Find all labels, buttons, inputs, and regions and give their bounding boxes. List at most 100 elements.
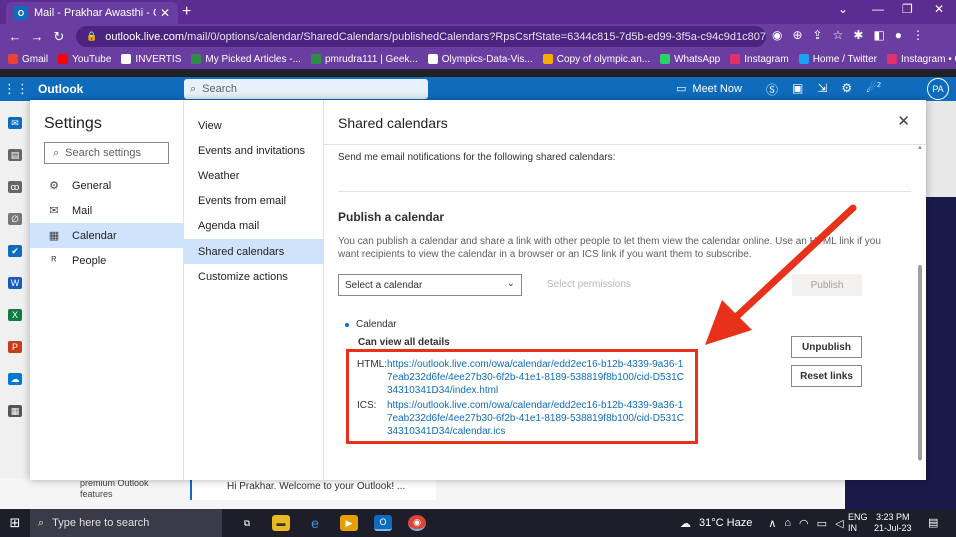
new-tab-icon[interactable]: + [182, 3, 191, 21]
outlook-taskbar-icon[interactable]: O [374, 515, 392, 531]
lock-icon: 🔒 [86, 31, 98, 41]
tab-search-chevron-icon[interactable]: ⌄ [838, 2, 848, 16]
outlook-search-input[interactable]: ⌕ Search [184, 79, 428, 99]
calendar-name: Calendar [356, 319, 397, 330]
html-link[interactable]: https://outlook.live.com/owa/calendar/ed… [387, 358, 687, 397]
back-icon[interactable]: ← [4, 29, 26, 44]
app-launcher-icon[interactable]: ⋮⋮ [0, 81, 32, 97]
volume-icon[interactable]: ◁ [835, 517, 843, 530]
media-player-icon[interactable]: ▶ [340, 515, 358, 531]
battery-icon[interactable]: ▭ [817, 517, 827, 530]
address-bar[interactable]: 🔒 outlook.live.com/mail/0/options/calend… [76, 26, 766, 47]
wifi-icon[interactable]: ◠ [799, 517, 809, 530]
bookmark-item[interactable]: Gmail [8, 54, 48, 65]
bookmark-item[interactable]: Instagram • Chats [886, 54, 956, 65]
outlook-app-name[interactable]: Outlook [38, 82, 83, 96]
taskbar-search-input[interactable]: ⌕ Type here to search [30, 509, 222, 537]
subnav-item-weather[interactable]: Weather [184, 163, 323, 188]
publish-button[interactable]: Publish [792, 274, 862, 296]
select-calendar-dropdown[interactable]: Select a calendar ⌄ [338, 274, 522, 296]
weather-text[interactable]: 31°C Haze [699, 517, 752, 529]
scroll-thumb[interactable] [918, 265, 922, 460]
browser-menu-icon[interactable]: ⋮ [912, 28, 924, 42]
excel-app-icon[interactable]: X [8, 309, 22, 321]
tips-icon[interactable]: ☄2 [866, 81, 881, 98]
word-app-icon[interactable]: W [8, 277, 22, 289]
outlook-favicon-icon: O [14, 6, 28, 20]
published-links-box: HTML: https://outlook.live.com/owa/calen… [346, 349, 698, 444]
background-ad-bottom [845, 478, 956, 509]
more-apps-icon[interactable]: ▦ [8, 405, 22, 417]
edge-icon[interactable]: e [306, 515, 324, 531]
calendar-app-icon[interactable]: ▤ [8, 149, 22, 161]
reset-links-button[interactable]: Reset links [791, 365, 862, 387]
minimize-icon[interactable]: — [872, 2, 884, 16]
bookmark-item[interactable]: pmrudra111 | Geek... [310, 54, 418, 65]
taskbar-clock[interactable]: 3:23 PM 21-Jul-23 [874, 512, 912, 534]
chrome-taskbar-icon[interactable]: ◉ [408, 515, 426, 531]
close-settings-icon[interactable]: ✕ [897, 112, 910, 130]
file-explorer-icon[interactable]: ▬ [272, 515, 290, 531]
language-indicator[interactable]: ENG IN [848, 512, 868, 534]
bookmark-item[interactable]: Instagram [730, 54, 789, 65]
whats-new-icon[interactable]: ⇲ [817, 81, 827, 98]
subnav-item-agenda-mail[interactable]: Agenda mail [184, 214, 323, 239]
outlook-header: ⋮⋮ Outlook ⌕ Search ▭ Meet Now Ⓢ ▣ ⇲ ⚙ ☄… [0, 77, 956, 101]
install-icon[interactable]: ⊕ [792, 28, 802, 42]
powerpoint-app-icon[interactable]: P [8, 341, 22, 353]
tray-chevron-icon[interactable]: ∧ [768, 517, 776, 530]
settings-category-calendar[interactable]: ▦ Calendar [30, 223, 184, 248]
bookmark-item[interactable]: Copy of olympic.an... [542, 54, 650, 65]
settings-category-mail[interactable]: ✉ Mail [30, 198, 184, 223]
bookmark-label: YouTube [72, 53, 112, 65]
skype-icon[interactable]: Ⓢ [766, 81, 778, 98]
subnav-item-customize-actions[interactable]: Customize actions [184, 264, 323, 289]
settings-scrollbar[interactable]: ▲ ▼ [916, 145, 924, 465]
ics-link[interactable]: https://outlook.live.com/owa/calendar/ed… [387, 399, 687, 438]
share-icon[interactable]: ⇪ [813, 28, 823, 42]
window-close-icon[interactable]: ✕ [934, 2, 944, 16]
bookmark-item[interactable]: Home / Twitter [798, 54, 877, 65]
notifications-icon[interactable]: ▤ [928, 516, 938, 529]
subnav-item-events-from-email[interactable]: Events from email [184, 189, 323, 214]
bookmark-item[interactable]: INVERTIS [121, 54, 181, 65]
unpublish-button[interactable]: Unpublish [791, 336, 862, 358]
mail-app-icon[interactable]: ✉ [8, 117, 22, 129]
account-avatar[interactable]: PA [927, 78, 949, 100]
welcome-mail-item[interactable]: Hi Prakhar. Welcome to your Outlook! ... [190, 478, 436, 500]
settings-gear-icon[interactable]: ⚙ [841, 81, 852, 98]
todo-app-icon[interactable]: ✔ [8, 245, 22, 257]
meet-now-button[interactable]: ▭ Meet Now [676, 82, 742, 96]
subnav-item-shared-calendars[interactable]: Shared calendars [184, 239, 323, 264]
teams-icon[interactable]: ▣ [792, 81, 803, 98]
settings-category-general[interactable]: ⚙ General [30, 173, 184, 198]
attach-app-icon[interactable]: ∅ [8, 213, 22, 225]
subnav-item-view[interactable]: View [184, 113, 323, 138]
select-calendar-label: Select a calendar [345, 279, 423, 291]
scroll-down-icon[interactable]: ▼ [917, 457, 923, 463]
scroll-up-icon[interactable]: ▲ [917, 145, 923, 151]
people-app-icon[interactable]: ꝏ [8, 181, 22, 193]
subnav-item-events-and-invitations[interactable]: Events and invitations [184, 138, 323, 163]
tab-close-icon[interactable]: ✕ [160, 6, 170, 20]
forward-icon[interactable]: → [26, 29, 48, 44]
bookmark-item[interactable]: YouTube [58, 54, 111, 65]
sidepanel-icon[interactable]: ◧ [873, 28, 884, 42]
reload-icon[interactable]: ↻ [48, 29, 70, 45]
profile-icon[interactable]: ● [895, 28, 902, 42]
network-icon[interactable]: ⌂ [784, 517, 791, 529]
select-permissions-dropdown[interactable]: Select permissions [547, 279, 631, 290]
settings-category-people[interactable]: ᴿ People [30, 248, 184, 273]
browser-tab[interactable]: O Mail - Prakhar Awasthi - Outlook ✕ [6, 2, 178, 24]
settings-search-input[interactable]: ⌕ Search settings [44, 142, 169, 164]
extensions-icon[interactable]: ✱ [853, 28, 863, 42]
bookmark-item[interactable]: Olympics-Data-Vis... [427, 54, 533, 65]
bookmark-star-icon[interactable]: ☆ [833, 28, 844, 42]
bookmark-item[interactable]: My Picked Articles -... [191, 54, 301, 65]
onedrive-app-icon[interactable]: ☁ [8, 373, 22, 385]
task-view-icon[interactable]: ⧉ [238, 515, 256, 531]
eye-icon[interactable]: ◉ [772, 28, 782, 42]
restore-icon[interactable]: ❐ [902, 2, 913, 16]
bookmark-item[interactable]: WhatsApp [660, 54, 720, 65]
windows-start-icon[interactable]: ⊞ [0, 515, 30, 531]
